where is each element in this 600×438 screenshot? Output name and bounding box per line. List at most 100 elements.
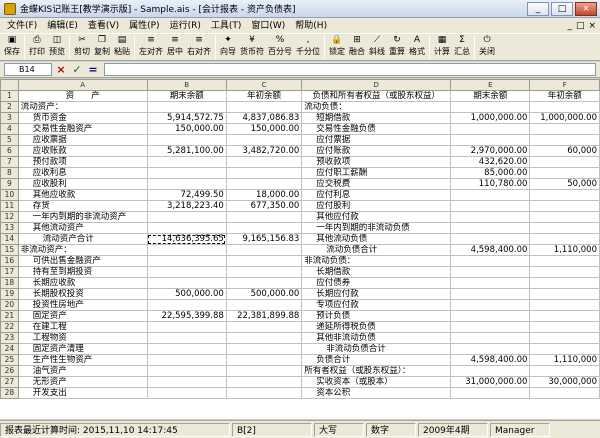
liability-item-cell[interactable]: 负债合计 xyxy=(301,354,452,366)
liability-ending-balance-cell[interactable] xyxy=(450,343,531,355)
liability-ending-balance-cell[interactable] xyxy=(450,200,531,212)
row-number[interactable]: 27 xyxy=(0,376,19,388)
row-number[interactable]: 28 xyxy=(0,387,19,399)
asset-ending-balance-cell[interactable]: 5,281,100.00 xyxy=(146,145,227,157)
asset-beginning-balance-cell[interactable] xyxy=(225,376,303,388)
row-number[interactable]: 3 xyxy=(0,112,19,124)
liability-beginning-balance-cell[interactable]: 50,000 xyxy=(529,178,600,190)
asset-ending-balance-cell[interactable]: 72,499.50 xyxy=(146,189,227,201)
asset-ending-balance-cell[interactable] xyxy=(146,299,227,311)
liability-beginning-balance-cell[interactable]: 1,110,000 xyxy=(529,244,600,256)
liability-ending-balance-cell[interactable]: 1,000,000.00 xyxy=(450,112,531,124)
menu-view[interactable]: 查看(V) xyxy=(83,18,124,34)
column-header[interactable]: D xyxy=(301,79,452,91)
liability-item-cell[interactable]: 短期借款 xyxy=(301,112,452,124)
liability-item-cell[interactable]: 应付票据 xyxy=(301,134,452,146)
row-number[interactable]: 4 xyxy=(0,123,19,135)
row-number[interactable]: 23 xyxy=(0,332,19,344)
liability-beginning-balance-cell[interactable]: 1,110,000 xyxy=(529,354,600,366)
row-number[interactable]: 17 xyxy=(0,266,19,278)
asset-beginning-balance-cell[interactable] xyxy=(225,277,303,289)
asset-item-cell[interactable]: 可供出售金融资产 xyxy=(17,255,148,267)
liability-ending-balance-cell[interactable] xyxy=(450,222,531,234)
liability-beginning-balance-cell[interactable] xyxy=(529,288,600,300)
asset-item-cell[interactable]: 长期应收款 xyxy=(17,277,148,289)
asset-beginning-balance-cell[interactable]: 677,350.00 xyxy=(225,200,303,212)
toolbar-button-save[interactable]: ▣ 保存 xyxy=(2,34,22,57)
minimize-button[interactable]: _ xyxy=(527,1,549,16)
liability-item-cell[interactable]: 其他应付款 xyxy=(301,211,452,223)
row-number[interactable]: 22 xyxy=(0,321,19,333)
toolbar-button-calculate[interactable]: ▦ 计算 xyxy=(432,34,452,57)
asset-item-cell[interactable]: 在建工程 xyxy=(17,321,148,333)
toolbar-button-currency[interactable]: ¥ 货币符 xyxy=(238,34,266,57)
asset-item-cell[interactable]: 一年内到期的非流动资产 xyxy=(17,211,148,223)
liability-ending-balance-cell[interactable] xyxy=(450,288,531,300)
asset-item-cell[interactable]: 工程物资 xyxy=(17,332,148,344)
row-number[interactable]: 2 xyxy=(0,101,19,113)
toolbar-button-close[interactable]: ⏻ 关闭 xyxy=(477,34,497,57)
asset-beginning-balance-cell[interactable] xyxy=(225,365,303,377)
liability-beginning-balance-cell[interactable]: 60,000 xyxy=(529,145,600,157)
asset-ending-balance-cell[interactable] xyxy=(146,354,227,366)
menu-run[interactable]: 运行(R) xyxy=(165,18,206,34)
asset-beginning-balance-cell[interactable] xyxy=(225,321,303,333)
row-number[interactable]: 9 xyxy=(0,178,19,190)
child-minimize-button[interactable]: _ xyxy=(567,21,572,31)
asset-item-cell[interactable]: 存货 xyxy=(17,200,148,212)
child-restore-button[interactable]: □ xyxy=(576,21,585,31)
liability-beginning-balance-cell[interactable] xyxy=(529,123,600,135)
row-number[interactable]: 24 xyxy=(0,343,19,355)
asset-ending-balance-cell[interactable] xyxy=(146,101,227,113)
liability-item-cell[interactable]: 交易性金融负债 xyxy=(301,123,452,135)
liability-item-cell[interactable]: 一年内到期的非流动负债 xyxy=(301,222,452,234)
liability-ending-balance-cell[interactable]: 31,000,000.00 xyxy=(450,376,531,388)
toolbar-button-align-center[interactable]: ≡ 居中 xyxy=(165,34,185,57)
toolbar-button-merge[interactable]: ⊞ 融合 xyxy=(347,34,367,57)
asset-item-cell[interactable]: 资 产 xyxy=(17,90,148,102)
asset-beginning-balance-cell[interactable] xyxy=(225,299,303,311)
asset-beginning-balance-cell[interactable] xyxy=(225,222,303,234)
asset-beginning-balance-cell[interactable] xyxy=(225,354,303,366)
liability-beginning-balance-cell[interactable] xyxy=(529,233,600,245)
row-number[interactable]: 14 xyxy=(0,233,19,245)
asset-item-cell[interactable]: 应收账款 xyxy=(17,145,148,157)
asset-item-cell[interactable]: 预付款项 xyxy=(17,156,148,168)
balance-sheet-grid[interactable]: ABCDEF1资 产期末余额 年初余额 负债和所有者权益（或股东权益） 期末余额 年初余… xyxy=(0,79,600,419)
asset-ending-balance-cell[interactable] xyxy=(146,211,227,223)
menu-help[interactable]: 帮助(H) xyxy=(290,18,332,34)
toolbar-button-cut[interactable]: ✂ 剪切 xyxy=(72,34,92,57)
toolbar-button-wizard[interactable]: ✦ 向导 xyxy=(218,34,238,57)
asset-ending-balance-cell[interactable] xyxy=(146,134,227,146)
asset-ending-balance-cell[interactable] xyxy=(146,321,227,333)
toolbar-button-summary[interactable]: Σ 汇总 xyxy=(452,34,472,57)
asset-beginning-balance-cell[interactable] xyxy=(225,387,303,399)
row-number[interactable]: 11 xyxy=(0,200,19,212)
liability-item-cell[interactable]: 专项应付款 xyxy=(301,299,452,311)
liability-beginning-balance-cell[interactable]: 30,000,000 xyxy=(529,376,600,388)
row-number[interactable]: 19 xyxy=(0,288,19,300)
asset-beginning-balance-cell[interactable]: 22,381,899.88 xyxy=(225,310,303,322)
liability-ending-balance-cell[interactable] xyxy=(450,310,531,322)
menu-properties[interactable]: 属性(P) xyxy=(124,18,164,34)
liability-ending-balance-cell[interactable] xyxy=(450,211,531,223)
asset-item-cell[interactable]: 流动资产： xyxy=(17,101,148,113)
liability-item-cell[interactable]: 预收款项 xyxy=(301,156,452,168)
liability-ending-balance-cell[interactable] xyxy=(450,101,531,113)
liability-ending-balance-cell[interactable]: 期末余额 xyxy=(450,90,531,102)
menu-tools[interactable]: 工具(T) xyxy=(206,18,247,34)
liability-ending-balance-cell[interactable] xyxy=(450,332,531,344)
liability-ending-balance-cell[interactable] xyxy=(450,189,531,201)
toolbar-button-print[interactable]: ⎙ 打印 xyxy=(27,34,47,57)
asset-beginning-balance-cell[interactable]: 18,000.00 xyxy=(225,189,303,201)
liability-beginning-balance-cell[interactable] xyxy=(529,189,600,201)
formula-input[interactable] xyxy=(104,63,596,76)
liability-item-cell[interactable]: 实收资本（或股本） xyxy=(301,376,452,388)
liability-ending-balance-cell[interactable] xyxy=(450,134,531,146)
liability-item-cell[interactable]: 非流动负债合计 xyxy=(301,343,452,355)
asset-ending-balance-cell[interactable] xyxy=(146,167,227,179)
liability-ending-balance-cell[interactable]: 4,598,400.00 xyxy=(450,244,531,256)
liability-beginning-balance-cell[interactable] xyxy=(529,211,600,223)
liability-ending-balance-cell[interactable] xyxy=(450,123,531,135)
liability-ending-balance-cell[interactable] xyxy=(450,233,531,245)
